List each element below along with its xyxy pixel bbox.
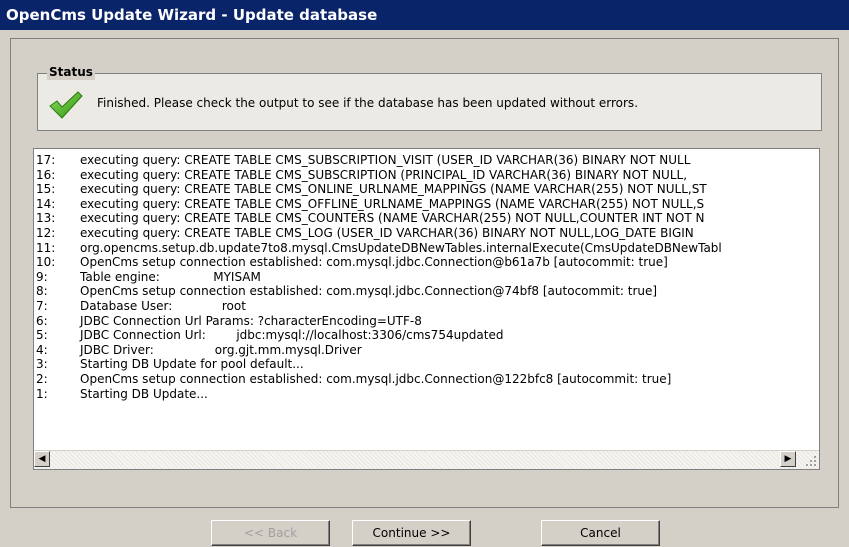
cancel-button[interactable]: Cancel [541, 520, 660, 546]
log-line: 11: org.opencms.setup.db.update7to8.mysql… [36, 241, 817, 256]
log-line-text: OpenCms setup connection established: co… [80, 371, 672, 386]
log-line-text: JDBC Connection Url: jdbc:mysql://localh… [80, 328, 504, 343]
log-line: 4: JDBC Driver: org.gjt.mm.mysql.Driver [36, 343, 817, 358]
log-line-number: 2: [36, 371, 48, 386]
log-line: 14: executing query: CREATE TABLE CMS_OFF… [36, 197, 817, 212]
log-line-number: 13: [36, 211, 56, 226]
log-line-number: 8: [36, 284, 48, 299]
log-line: 12: executing query: CREATE TABLE CMS_LOG… [36, 226, 817, 241]
log-line-number: 9: [36, 269, 48, 284]
continue-button[interactable]: Continue >> [352, 520, 471, 546]
log-line-number: 14: [36, 196, 56, 211]
log-line-text: OpenCms setup connection established: co… [80, 284, 658, 299]
log-line: 6: JDBC Connection Url Params: ?character… [36, 314, 817, 329]
log-line: 9: Table engine: MYISAM [36, 270, 817, 285]
scroll-right-button[interactable]: ▶ [780, 451, 796, 467]
resize-grip-icon[interactable] [805, 455, 817, 467]
log-line-number: 10: [36, 255, 56, 270]
log-line-number: 4: [36, 342, 48, 357]
window-title: OpenCms Update Wizard - Update database [0, 0, 849, 30]
log-line-number: 12: [36, 225, 56, 240]
log-line: 17: executing query: CREATE TABLE CMS_SUB… [36, 153, 817, 168]
output-log[interactable]: 17: executing query: CREATE TABLE CMS_SUB… [33, 148, 820, 470]
log-line-text: Starting DB Update for pool default... [80, 357, 304, 372]
log-line-text: executing query: CREATE TABLE CMS_LOG (U… [80, 225, 694, 240]
log-line: 5: JDBC Connection Url: jdbc:mysql://loca… [36, 328, 817, 343]
status-legend: Status [47, 64, 95, 80]
log-line-text: OpenCms setup connection established: co… [80, 255, 668, 270]
log-line-text: Database User: root [80, 298, 246, 313]
log-line-number: 3: [36, 357, 48, 372]
log-line: 1: Starting DB Update... [36, 387, 817, 402]
log-line-text: org.opencms.setup.db.update7to8.mysql.Cm… [80, 240, 722, 255]
log-line-text: executing query: CREATE TABLE CMS_OFFLIN… [80, 196, 705, 211]
log-line: 13: executing query: CREATE TABLE CMS_COU… [36, 211, 817, 226]
log-line-text: executing query: CREATE TABLE CMS_SUBSCR… [80, 167, 688, 182]
log-line-text: Starting DB Update... [80, 386, 208, 401]
log-line: 8: OpenCms setup connection established: … [36, 284, 817, 299]
scroll-left-button[interactable]: ◀ [34, 451, 50, 467]
log-line-text: executing query: CREATE TABLE CMS_ONLINE… [80, 182, 707, 197]
checkmark-icon [49, 91, 83, 119]
log-line-number: 5: [36, 328, 48, 343]
log-line-text: executing query: CREATE TABLE CMS_COUNTE… [80, 211, 705, 226]
back-button[interactable]: << Back [211, 520, 330, 546]
log-line-text: JDBC Connection Url Params: ?characterEn… [80, 313, 422, 328]
log-line: 15: executing query: CREATE TABLE CMS_ONL… [36, 182, 817, 197]
status-message: Finished. Please check the output to see… [97, 96, 639, 110]
log-line: 7: Database User: root [36, 299, 817, 314]
log-line-number: 17: [36, 153, 56, 167]
log-line-number: 11: [36, 240, 56, 255]
log-line-number: 1: [36, 386, 48, 401]
log-line-number: 15: [36, 182, 56, 197]
log-line: 16: executing query: CREATE TABLE CMS_SUB… [36, 168, 817, 183]
log-line-text: JDBC Driver: org.gjt.mm.mysql.Driver [80, 342, 362, 357]
log-line-text: Table engine: MYISAM [80, 269, 261, 284]
log-lines: 17: executing query: CREATE TABLE CMS_SUB… [36, 153, 817, 401]
log-line-number: 16: [36, 167, 56, 182]
log-line: 2: OpenCms setup connection established: … [36, 372, 817, 387]
log-line-number: 7: [36, 298, 48, 313]
horizontal-scrollbar[interactable]: ◀ ▶ [34, 450, 819, 469]
log-line-number: 6: [36, 313, 48, 328]
log-line-text: executing query: CREATE TABLE CMS_SUBSCR… [80, 153, 691, 167]
log-line: 3: Starting DB Update for pool default... [36, 357, 817, 372]
log-line: 10: OpenCms setup connection established:… [36, 255, 817, 270]
